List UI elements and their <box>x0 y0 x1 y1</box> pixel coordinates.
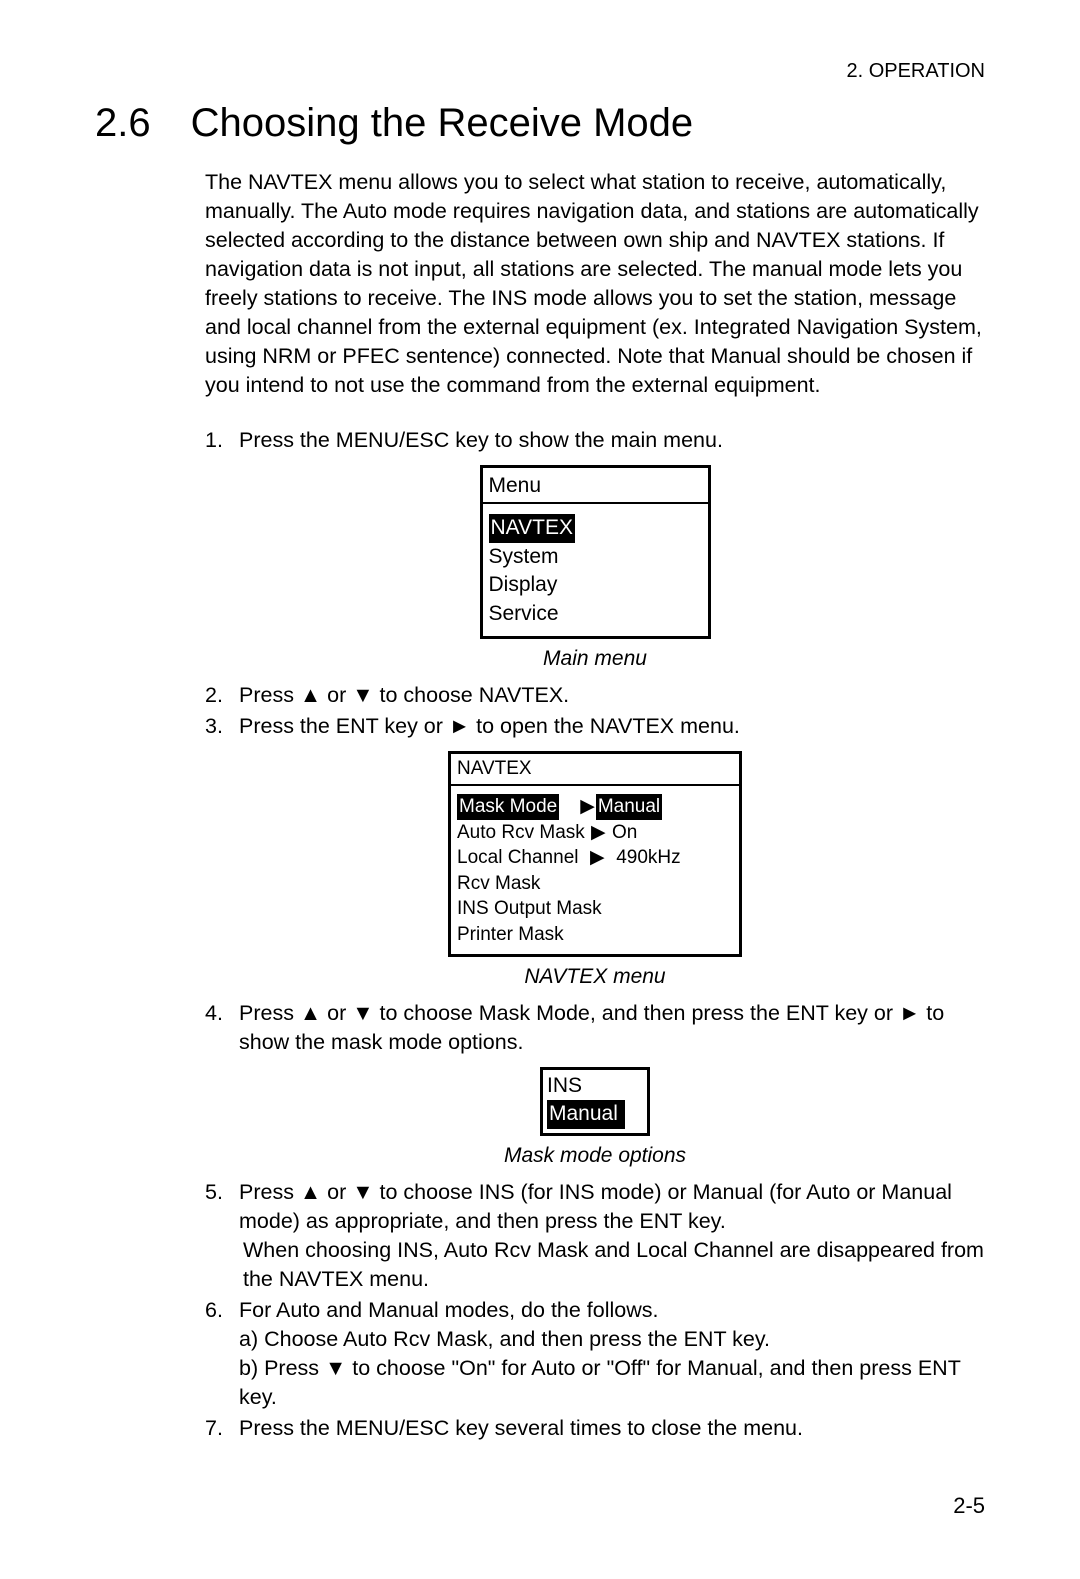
step-marker: 6. <box>205 1296 239 1412</box>
menu-title: Menu <box>483 468 708 504</box>
navtex-menu-figure: NAVTEX Mask Mode▶Manual Auto Rcv Mask ▶ … <box>205 751 985 956</box>
section-heading: 2.6 Choosing the Receive Mode <box>95 101 985 146</box>
step-3: 3. Press the ENT key or ► to open the NA… <box>205 712 985 741</box>
step-4: 4. Press ▲ or ▼ to choose Mask Mode, and… <box>205 999 985 1057</box>
step-note: When choosing INS, Auto Rcv Mask and Loc… <box>243 1236 985 1294</box>
navtex-row-auto-rcv: Auto Rcv Mask ▶ On <box>457 820 733 846</box>
step-6a: a) Choose Auto Rcv Mask, and then press … <box>239 1325 985 1354</box>
step-text: Press ▲ or ▼ to choose Mask Mode, and th… <box>239 999 985 1057</box>
section-number: 2.6 <box>95 101 151 146</box>
navtex-menu-caption: NAVTEX menu <box>205 963 985 991</box>
mask-option-manual: Manual <box>547 1100 643 1128</box>
menu-item-display: Display <box>489 571 702 599</box>
mask-options-caption: Mask mode options <box>205 1142 985 1170</box>
step-2: 2. Press ▲ or ▼ to choose NAVTEX. <box>205 681 985 710</box>
navtex-row-printer-mask: Printer Mask <box>457 922 733 948</box>
step-text: Press ▲ or ▼ to choose NAVTEX. <box>239 681 985 710</box>
chapter-header: 2. OPERATION <box>95 60 985 83</box>
step-6b: b) Press ▼ to choose "On" for Auto or "O… <box>239 1354 985 1412</box>
navtex-title: NAVTEX <box>451 754 739 786</box>
mask-options-figure: INS Manual <box>205 1067 985 1136</box>
step-marker: 3. <box>205 712 239 741</box>
main-menu-figure: Menu NAVTEX System Display Service <box>205 465 985 639</box>
step-text: Press the MENU/ESC key several times to … <box>239 1414 985 1443</box>
navtex-row-ins-output: INS Output Mask <box>457 896 733 922</box>
step-1: 1. Press the MENU/ESC key to show the ma… <box>205 426 985 455</box>
navtex-row-mask-mode: Mask Mode▶Manual <box>457 794 733 820</box>
step-text: Press ▲ or ▼ to choose INS (for INS mode… <box>239 1178 985 1236</box>
intro-paragraph: The NAVTEX menu allows you to select wha… <box>205 168 985 400</box>
section-title: Choosing the Receive Mode <box>191 101 694 146</box>
step-marker: 2. <box>205 681 239 710</box>
main-menu-caption: Main menu <box>205 645 985 673</box>
arrow-right-icon: ▶ <box>580 794 595 820</box>
arrow-right-icon: ▶ <box>591 820 606 846</box>
step-text: Press the ENT key or ► to open the NAVTE… <box>239 712 985 741</box>
mask-options-box: INS Manual <box>540 1067 650 1136</box>
step-7: 7. Press the MENU/ESC key several times … <box>205 1414 985 1443</box>
step-marker: 5. <box>205 1178 239 1294</box>
instruction-list: 1. Press the MENU/ESC key to show the ma… <box>205 426 985 1443</box>
menu-item-navtex: NAVTEX <box>489 514 702 542</box>
step-5: 5. Press ▲ or ▼ to choose INS (for INS m… <box>205 1178 985 1294</box>
step-marker: 4. <box>205 999 239 1057</box>
menu-item-system: System <box>489 543 702 571</box>
step-marker: 1. <box>205 426 239 455</box>
main-menu-box: Menu NAVTEX System Display Service <box>480 465 711 639</box>
arrow-right-icon: ▶ <box>590 845 605 871</box>
mask-option-ins: INS <box>547 1072 643 1100</box>
step-text: For Auto and Manual modes, do the follow… <box>239 1296 985 1325</box>
navtex-row-rcv-mask: Rcv Mask <box>457 871 733 897</box>
menu-item-service: Service <box>489 600 702 628</box>
page-number: 2-5 <box>95 1493 985 1519</box>
navtex-row-local-channel: Local Channel ▶ 490kHz <box>457 845 733 871</box>
step-text: Press the MENU/ESC key to show the main … <box>239 426 985 455</box>
navtex-menu-box: NAVTEX Mask Mode▶Manual Auto Rcv Mask ▶ … <box>448 751 742 956</box>
step-marker: 7. <box>205 1414 239 1443</box>
step-6: 6. For Auto and Manual modes, do the fol… <box>205 1296 985 1412</box>
